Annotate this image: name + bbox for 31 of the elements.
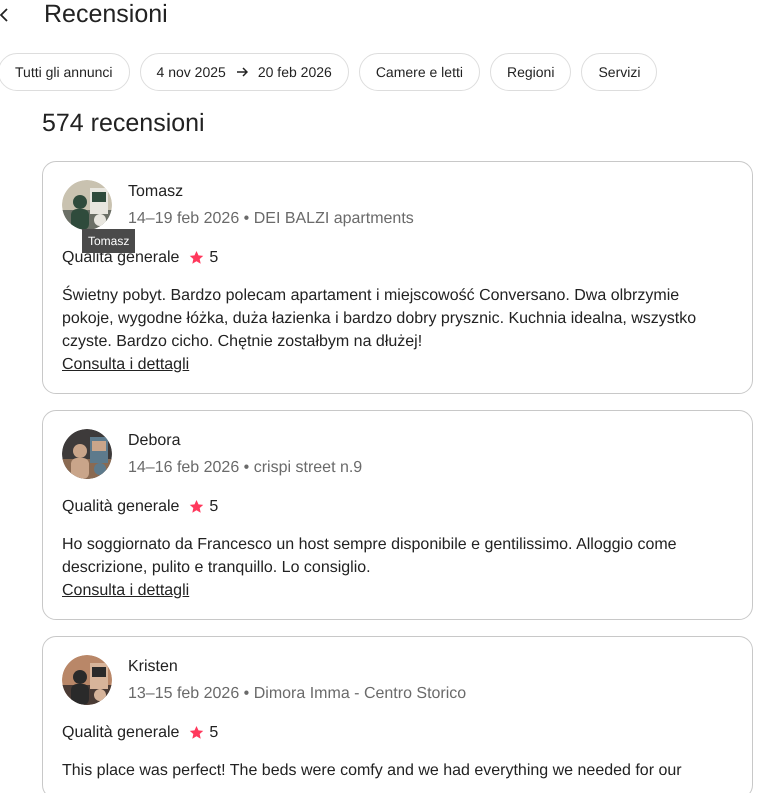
review-text: This place was perfect! The beds were comfy and we had everything we needed for our [62,760,683,780]
rating-value: 5 [209,248,218,268]
rating-label: Qualità generale [62,496,180,516]
back-icon[interactable] [0,8,8,22]
tooltip: Tomasz [82,228,136,252]
reviewer-name: Tomasz [128,182,184,202]
stay-info: 14–16 feb 2026 • crispi street n.9 [128,458,362,478]
star-icon [189,250,204,265]
details-link[interactable]: Consulta i dettagli [62,578,190,602]
reviewer-name: Debora [128,430,182,450]
filter-chip[interactable]: 4 nov 2025 20 feb 2026 [140,53,349,91]
review-text: Świetny pobyt. Bardzo polecam apartament i miejscowość Conversano. Dwa olbrzymie pokoje, wygodne łóżka, duża łazienka i bardzo dobry prysznic. Kuchnia idealna, wszystko czyste. Bardzo cicho. Chętnie zostałbym na dłużej! [62,284,698,352]
start-date: 4 nov 2025 [156,62,226,82]
stay-info: 13–15 feb 2026 • Dimora Imma - Centro Storico [128,684,466,704]
review-count: 574 recensioni [42,108,206,139]
star-icon [189,499,204,514]
rating-value: 5 [209,722,218,742]
filter-chip[interactable]: Servizi [581,53,658,91]
reviewer-name: Kristen [128,656,179,676]
arrow-icon [236,66,248,78]
rating-label: Qualità generale [62,722,180,742]
end-date: 20 feb 2026 [258,62,332,82]
stay-info: 14–19 feb 2026 • DEI BALZI apartments [128,208,414,228]
page-title: Recensioni [44,0,168,30]
filter-chip[interactable]: Tutti gli annunci [0,53,130,91]
filter-chip[interactable]: Regioni [490,53,572,91]
details-link[interactable]: Consulta i dettagli [62,352,190,376]
review-text: Ho soggiornato da Francesco un host sempre disponibile e gentilissimo. Alloggio come descrizione, pulito e tranquillo. Lo consiglio. [62,534,678,578]
filter-chip[interactable]: Camere e letti [358,53,480,91]
rating-value: 5 [209,496,218,516]
star-icon [189,725,204,740]
